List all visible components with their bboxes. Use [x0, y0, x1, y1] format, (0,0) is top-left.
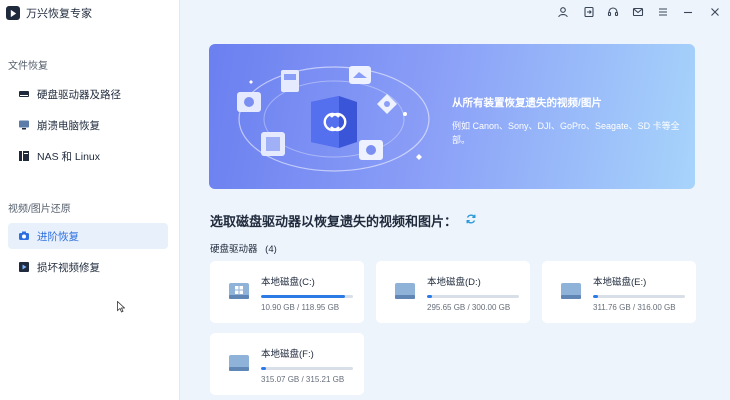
video-repair-icon: [18, 261, 30, 273]
banner-description: 例如 Canon、Sony、DJI、GoPro、Seagate、SD 卡等全部。: [452, 121, 680, 145]
drive-usage-fill: [261, 295, 345, 298]
drive-card-d[interactable]: 本地磁盘(D:) 295.65 GB / 300.00 GB: [376, 261, 530, 323]
banner-title: 从所有装置恢复遗失的视频/图片: [452, 97, 602, 109]
camera-icon: [18, 230, 30, 242]
drive-usage-bar: [593, 295, 685, 298]
drive-selection-heading: 选取磁盘驱动器以恢复遗失的视频和图片：: [210, 211, 477, 230]
drive-name: 本地磁盘(C:): [261, 277, 315, 288]
drive-size: 295.65 GB / 300.00 GB: [427, 303, 511, 312]
drive-usage-bar: [261, 295, 353, 298]
sidebar-item-crashed-pc[interactable]: 崩溃电脑恢复: [8, 112, 168, 138]
drive-name: 本地磁盘(F:): [261, 349, 314, 360]
drive-usage-fill: [427, 295, 432, 298]
sidebar-item-label: NAS 和 Linux: [37, 150, 101, 163]
minimize-icon[interactable]: [681, 5, 695, 19]
headset-icon[interactable]: [606, 5, 620, 19]
hard-drive-icon: [227, 353, 251, 375]
drive-usage-bar: [261, 367, 353, 370]
app-name: 万兴恢复专家: [26, 8, 92, 20]
drive-card-c[interactable]: 本地磁盘(C:) 10.90 GB / 118.95 GB: [210, 261, 364, 323]
section-label-file-recovery: 文件恢复: [8, 61, 48, 72]
hard-drive-icon: [18, 88, 30, 100]
drive-usage-fill: [593, 295, 598, 298]
sidebar-item-label: 损坏视频修复: [37, 261, 100, 274]
sidebar-item-hard-drive[interactable]: 硬盘驱动器及路径: [8, 81, 168, 107]
drives-label: 硬盘驱动器: [210, 244, 258, 255]
drive-size: 311.76 GB / 316.00 GB: [593, 303, 676, 312]
system-drive-icon: [227, 281, 251, 303]
login-icon[interactable]: [582, 5, 596, 19]
promo-banner: 从所有装置恢复遗失的视频/图片 例如 Canon、Sony、DJI、GoPro、…: [209, 44, 695, 189]
drives-section-label: 硬盘驱动器 (4): [210, 241, 277, 255]
app-logo-icon: [6, 6, 20, 20]
heading-text: 选取磁盘驱动器以恢复遗失的视频和图片：: [210, 214, 458, 229]
drive-usage-fill: [261, 367, 266, 370]
window-toolbar: [530, 0, 730, 24]
user-icon[interactable]: [556, 5, 570, 19]
sidebar: 万兴恢复专家 文件恢复 硬盘驱动器及路径 崩溃电脑恢复 NAS 和 Linux …: [0, 0, 180, 400]
mouse-cursor-icon: [117, 300, 126, 313]
monitor-icon: [18, 119, 30, 131]
nas-icon: [18, 150, 30, 162]
menu-icon[interactable]: [656, 5, 670, 19]
drive-card-f[interactable]: 本地磁盘(F:) 315.07 GB / 315.21 GB: [210, 333, 364, 395]
sidebar-item-nas-linux[interactable]: NAS 和 Linux: [8, 143, 168, 169]
sidebar-item-label: 崩溃电脑恢复: [37, 119, 100, 132]
hard-drive-icon: [559, 281, 583, 303]
drives-count: (4): [265, 244, 277, 255]
refresh-icon[interactable]: [465, 213, 477, 228]
drive-name: 本地磁盘(E:): [593, 277, 647, 288]
drive-size: 315.07 GB / 315.21 GB: [261, 375, 345, 384]
hard-drive-icon: [393, 281, 417, 303]
close-icon[interactable]: [708, 5, 722, 19]
drive-usage-bar: [427, 295, 519, 298]
drive-card-e[interactable]: 本地磁盘(E:) 311.76 GB / 316.00 GB: [542, 261, 696, 323]
section-label-video-photo: 视频/图片还原: [8, 204, 71, 215]
sidebar-item-label: 硬盘驱动器及路径: [37, 88, 121, 101]
drive-size: 10.90 GB / 118.95 GB: [261, 303, 340, 312]
sidebar-item-video-repair[interactable]: 损坏视频修复: [8, 254, 168, 280]
mail-icon[interactable]: [631, 5, 645, 19]
app-title: 万兴恢复专家: [6, 5, 92, 21]
sidebar-item-advanced-recovery[interactable]: 进阶恢复: [8, 223, 168, 249]
drive-name: 本地磁盘(D:): [427, 277, 481, 288]
banner-illustration: [237, 66, 430, 172]
sidebar-item-label: 进阶恢复: [37, 230, 79, 243]
